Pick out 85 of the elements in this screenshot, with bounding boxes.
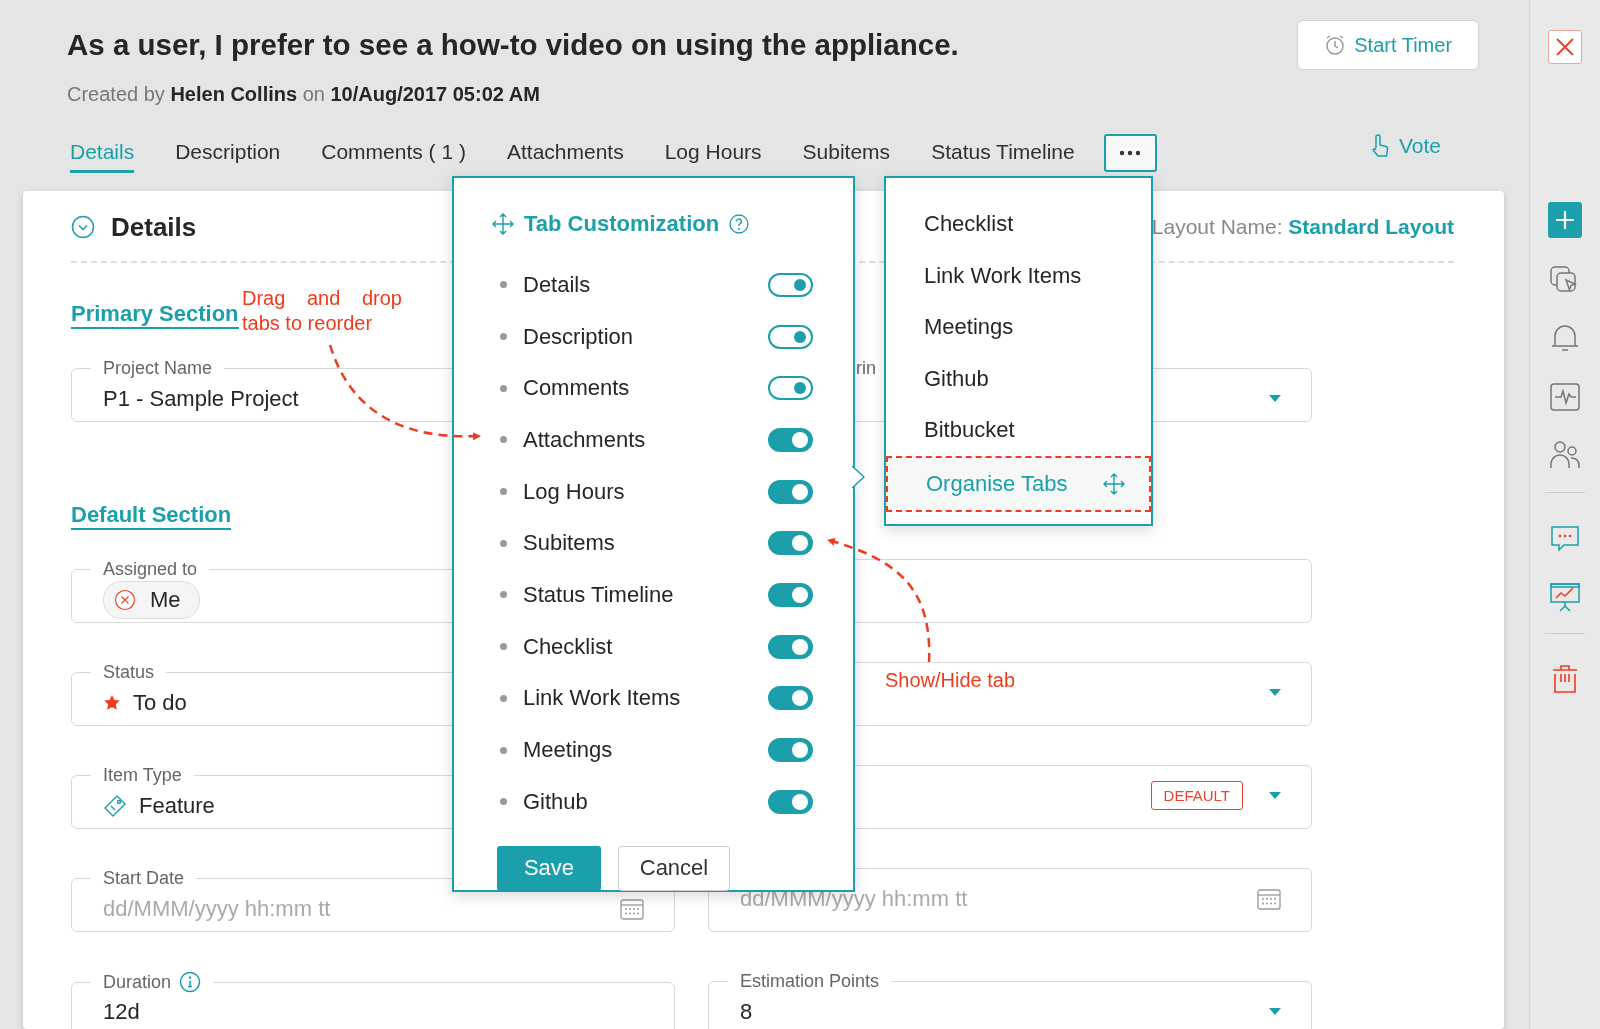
drag-handle-dot[interactable] [500, 488, 507, 496]
drag-handle-dot[interactable] [500, 746, 507, 754]
toggle-switch[interactable] [768, 686, 813, 711]
drag-handle-dot[interactable] [500, 591, 507, 599]
dropdown-caret-icon[interactable] [1269, 689, 1281, 696]
calendar-icon[interactable] [1257, 887, 1281, 910]
field-label: Assigned to [103, 559, 198, 580]
close-icon [1555, 37, 1575, 57]
form-field[interactable]: Estimation Points 8 [708, 971, 1312, 1029]
drag-handle-dot[interactable] [500, 281, 507, 289]
toggle-switch[interactable] [768, 531, 813, 556]
tab[interactable]: Status Timeline [931, 133, 1075, 173]
drag-handle-dot[interactable] [500, 384, 507, 392]
default-tag: DEFAULT [1150, 781, 1243, 810]
field-value: 8 [740, 998, 753, 1025]
date-placeholder: dd/MMM/yyyy hh:mm tt [740, 885, 968, 912]
toggle-switch[interactable] [768, 582, 813, 607]
menu-item[interactable]: Bitbucket [886, 404, 1151, 456]
tab[interactable]: Subitems [802, 133, 891, 173]
dropdown-caret-icon[interactable] [1269, 792, 1281, 799]
menu-item[interactable]: Link Work Items [886, 249, 1151, 301]
menu-item[interactable]: Meetings [886, 301, 1151, 353]
toggle-switch[interactable] [768, 427, 813, 452]
toggle-switch[interactable] [768, 789, 813, 814]
more-button[interactable] [1103, 134, 1157, 172]
field-label: Item Type [103, 765, 182, 786]
annotation-text: Drag and drop tabs to reorder [242, 286, 402, 336]
move-arrows-icon [1103, 472, 1125, 495]
section-title: Details [111, 211, 197, 243]
dropdown-caret-icon[interactable] [1269, 395, 1281, 402]
drag-handle-dot[interactable] [500, 436, 507, 444]
user-chip[interactable]: Me [103, 580, 200, 619]
activity-icon[interactable] [1548, 380, 1582, 414]
tab[interactable]: Attachments [506, 133, 624, 173]
field-label: Project Name [103, 358, 213, 379]
help-icon[interactable] [729, 214, 750, 234]
collapse-chevron-icon[interactable] [71, 215, 95, 239]
tab-name[interactable]: Attachments [523, 426, 768, 453]
date-placeholder: dd/MMM/yyyy hh:mm tt [103, 895, 331, 922]
field-label: Start Date [103, 868, 185, 889]
drag-handle-dot[interactable] [500, 694, 507, 702]
menu-item[interactable]: Github [886, 352, 1151, 404]
layout-name: Layout Name: Standard Layout [1151, 215, 1455, 239]
page-title: As a user, I prefer to see a how-to video on using the appliance. [67, 27, 959, 63]
alarm-clock-icon [1324, 34, 1347, 56]
drag-handle-dot[interactable] [500, 539, 507, 547]
field-label: rin [856, 358, 876, 379]
tab[interactable]: Description [175, 133, 281, 173]
cancel-button[interactable]: Cancel [618, 845, 730, 891]
drag-handle-dot[interactable] [500, 798, 507, 806]
menu-item[interactable]: Checklist [886, 198, 1151, 250]
tab[interactable]: Comments ( 1 ) [321, 133, 466, 173]
pointing-hand-icon [1369, 134, 1391, 158]
dropdown-caret-icon[interactable] [1269, 1008, 1281, 1015]
plus-icon [1555, 210, 1575, 230]
field-label: Estimation Points [740, 971, 880, 992]
move-arrows-icon [492, 213, 514, 235]
drag-handle-dot[interactable] [500, 333, 507, 341]
annotation-text: Show/Hide tab [885, 668, 1016, 693]
created-by-text: Created by Helen Collins on 10/Aug/2017 05:02 AM [67, 82, 541, 107]
info-icon[interactable] [179, 971, 202, 993]
form-field[interactable]: Duration 12d [71, 971, 675, 1029]
tab-name[interactable]: Log Hours [523, 478, 768, 505]
field-label: Status [103, 662, 155, 683]
tab-name[interactable]: Checklist [523, 633, 768, 660]
tab-name[interactable]: Subitems [523, 530, 768, 557]
tab[interactable]: Log Hours [664, 133, 762, 173]
star-icon [103, 693, 121, 712]
drag-handle-dot[interactable] [500, 643, 507, 651]
close-button[interactable] [1548, 30, 1582, 64]
field-value: P1 - Sample Project [103, 385, 299, 412]
toggle-switch[interactable] [768, 738, 813, 763]
field-label: Duration [103, 971, 172, 993]
more-dots-icon [1119, 150, 1142, 156]
tab-name[interactable]: Meetings [523, 737, 768, 764]
remove-icon[interactable] [114, 588, 136, 611]
field-value: 12d [103, 999, 140, 1025]
add-button[interactable] [1548, 202, 1582, 238]
popup-title: Tab Customization [524, 211, 720, 237]
toggle-switch[interactable] [768, 479, 813, 504]
field-value: Feature [139, 792, 215, 819]
toggle-switch[interactable] [768, 634, 813, 659]
tag-icon [103, 793, 127, 818]
calendar-icon[interactable] [620, 897, 644, 920]
field-value: To do [133, 689, 187, 716]
